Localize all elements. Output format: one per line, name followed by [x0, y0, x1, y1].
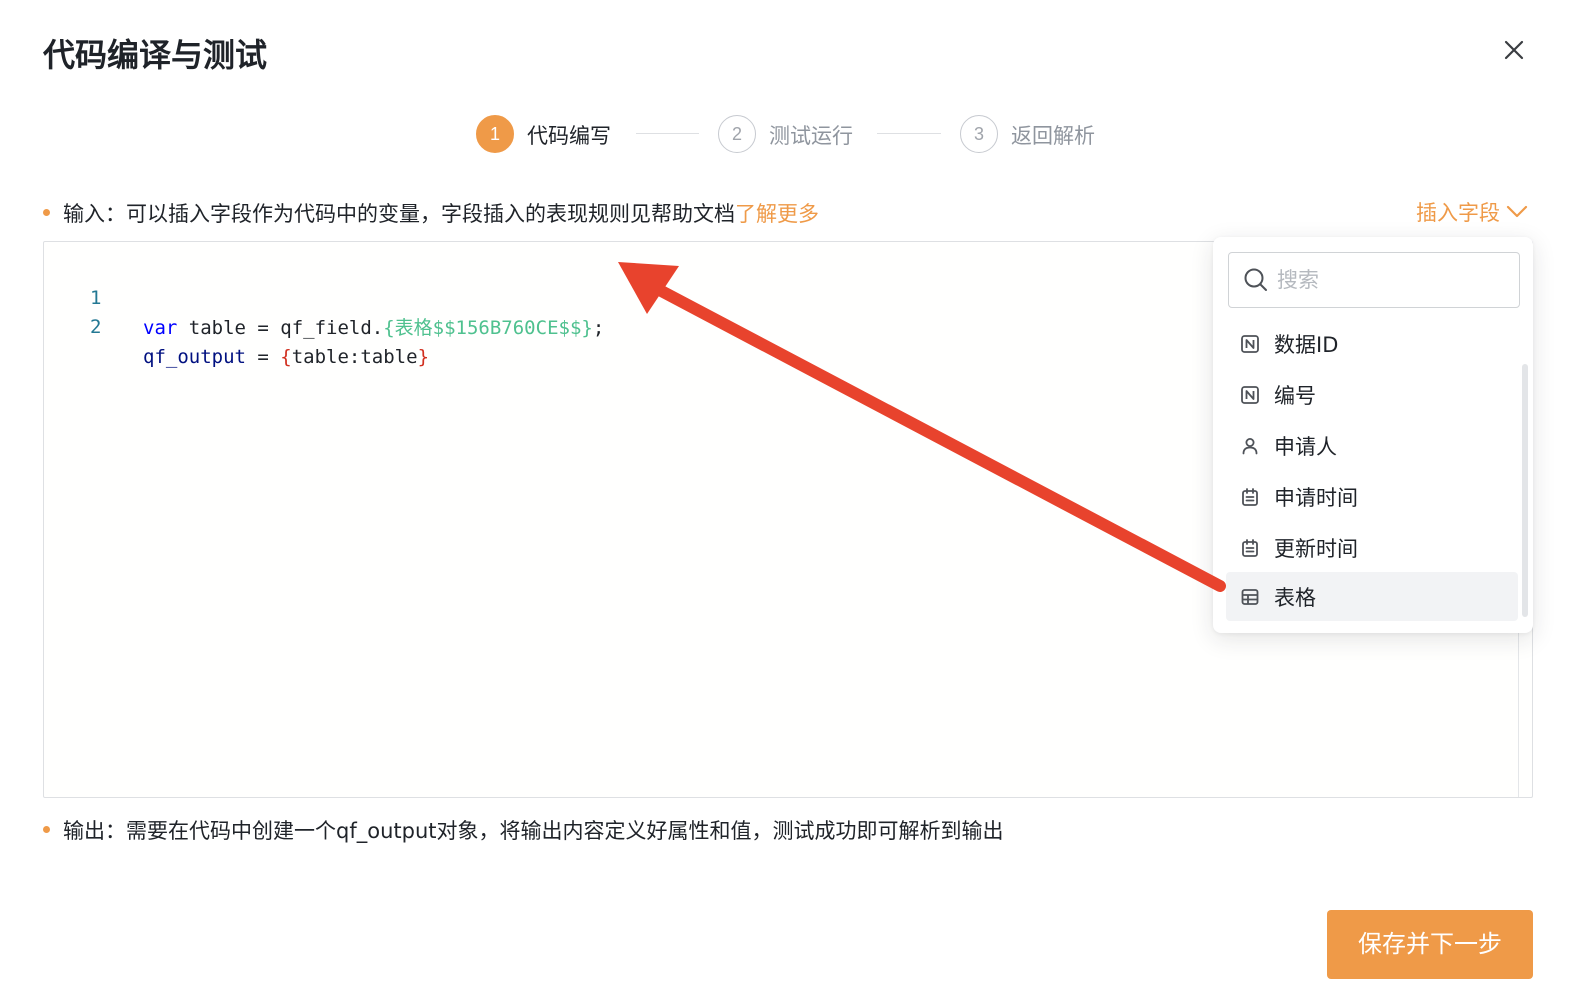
code-token: } — [417, 346, 430, 368]
code-line[interactable]: 1 var table = qf_field.{表格$$156B760CE$$}… — [44, 253, 604, 339]
step-2-number: 2 — [718, 115, 756, 153]
insert-field-dropdown: 数据ID 编号 申请人 申请时间 更新时间 表格 — [1213, 237, 1533, 633]
code-token: = — [245, 346, 281, 368]
dropdown-item-data-id[interactable]: 数据ID — [1226, 319, 1518, 368]
save-and-next-button[interactable]: 保存并下一步 — [1327, 910, 1533, 979]
step-connector — [636, 133, 699, 134]
code-line[interactable]: 2 qf_output = {table:table} — [44, 282, 429, 368]
search-input[interactable] — [1277, 268, 1507, 292]
close-button[interactable] — [1494, 30, 1534, 70]
step-2-label: 测试运行 — [769, 124, 853, 148]
dropdown-item-applicant[interactable]: 申请人 — [1226, 421, 1518, 470]
step-1-label: 代码编写 — [527, 124, 611, 148]
step-1-number: 1 — [476, 115, 514, 153]
dropdown-item-label: 申请人 — [1274, 434, 1337, 459]
number-field-icon — [1241, 385, 1259, 404]
bullet-dot — [43, 826, 50, 833]
code-token: table:table — [291, 346, 418, 368]
dialog-title: 代码编译与测试 — [43, 36, 268, 74]
dropdown-item-label: 申请时间 — [1274, 485, 1358, 510]
dropdown-item-label: 数据ID — [1274, 332, 1339, 357]
dropdown-item-label: 编号 — [1274, 383, 1316, 408]
dropdown-item-apply-time[interactable]: 申请时间 — [1226, 472, 1518, 521]
learn-more-link[interactable]: 了解更多 — [735, 202, 819, 226]
dropdown-item-table[interactable]: 表格 — [1226, 572, 1518, 621]
dropdown-scrollbar[interactable] — [1522, 364, 1528, 617]
step-3-label: 返回解析 — [1011, 124, 1095, 148]
field-variable-tag: {表格$$156B760CE$$} — [383, 317, 593, 339]
dropdown-item-label: 表格 — [1274, 585, 1316, 610]
code-token: table = qf_field. — [177, 317, 384, 339]
search-box[interactable] — [1228, 252, 1520, 308]
line-number: 1 — [90, 287, 102, 309]
output-hint: 输出：需要在代码中创建一个qf_output对象，将输出内容定义好属性和值，测试… — [63, 819, 1004, 843]
insert-field-button[interactable]: 插入字段 — [1416, 197, 1528, 227]
dropdown-item-update-time[interactable]: 更新时间 — [1226, 523, 1518, 572]
line-number: 2 — [90, 316, 102, 338]
step-3-number: 3 — [960, 115, 998, 153]
stepper: 1 代码编写 2 测试运行 3 返回解析 — [0, 112, 1576, 156]
insert-field-label: 插入字段 — [1416, 201, 1500, 225]
chevron-down-icon — [1506, 205, 1528, 218]
code-token: { — [280, 346, 292, 368]
search-icon — [1244, 268, 1267, 291]
person-icon — [1242, 437, 1258, 454]
dropdown-item-label: 更新时间 — [1274, 536, 1358, 561]
bullet-dot — [43, 209, 50, 216]
step-connector — [877, 133, 941, 134]
code-token: var — [143, 317, 178, 339]
dropdown-item-serial-number[interactable]: 编号 — [1226, 370, 1518, 419]
close-icon[interactable] — [1494, 30, 1534, 70]
table-icon — [1241, 588, 1259, 605]
calendar-icon — [1242, 538, 1258, 557]
input-hint: 输入：可以插入字段作为代码中的变量，字段插入的表现规则见帮助文档了解更多 — [63, 198, 819, 228]
number-field-icon — [1241, 334, 1259, 353]
calendar-icon — [1242, 487, 1258, 506]
input-hint-text: 输入：可以插入字段作为代码中的变量，字段插入的表现规则见帮助文档 — [63, 202, 735, 226]
code-token: qf_output — [143, 346, 246, 368]
code-token: ; — [592, 317, 605, 339]
